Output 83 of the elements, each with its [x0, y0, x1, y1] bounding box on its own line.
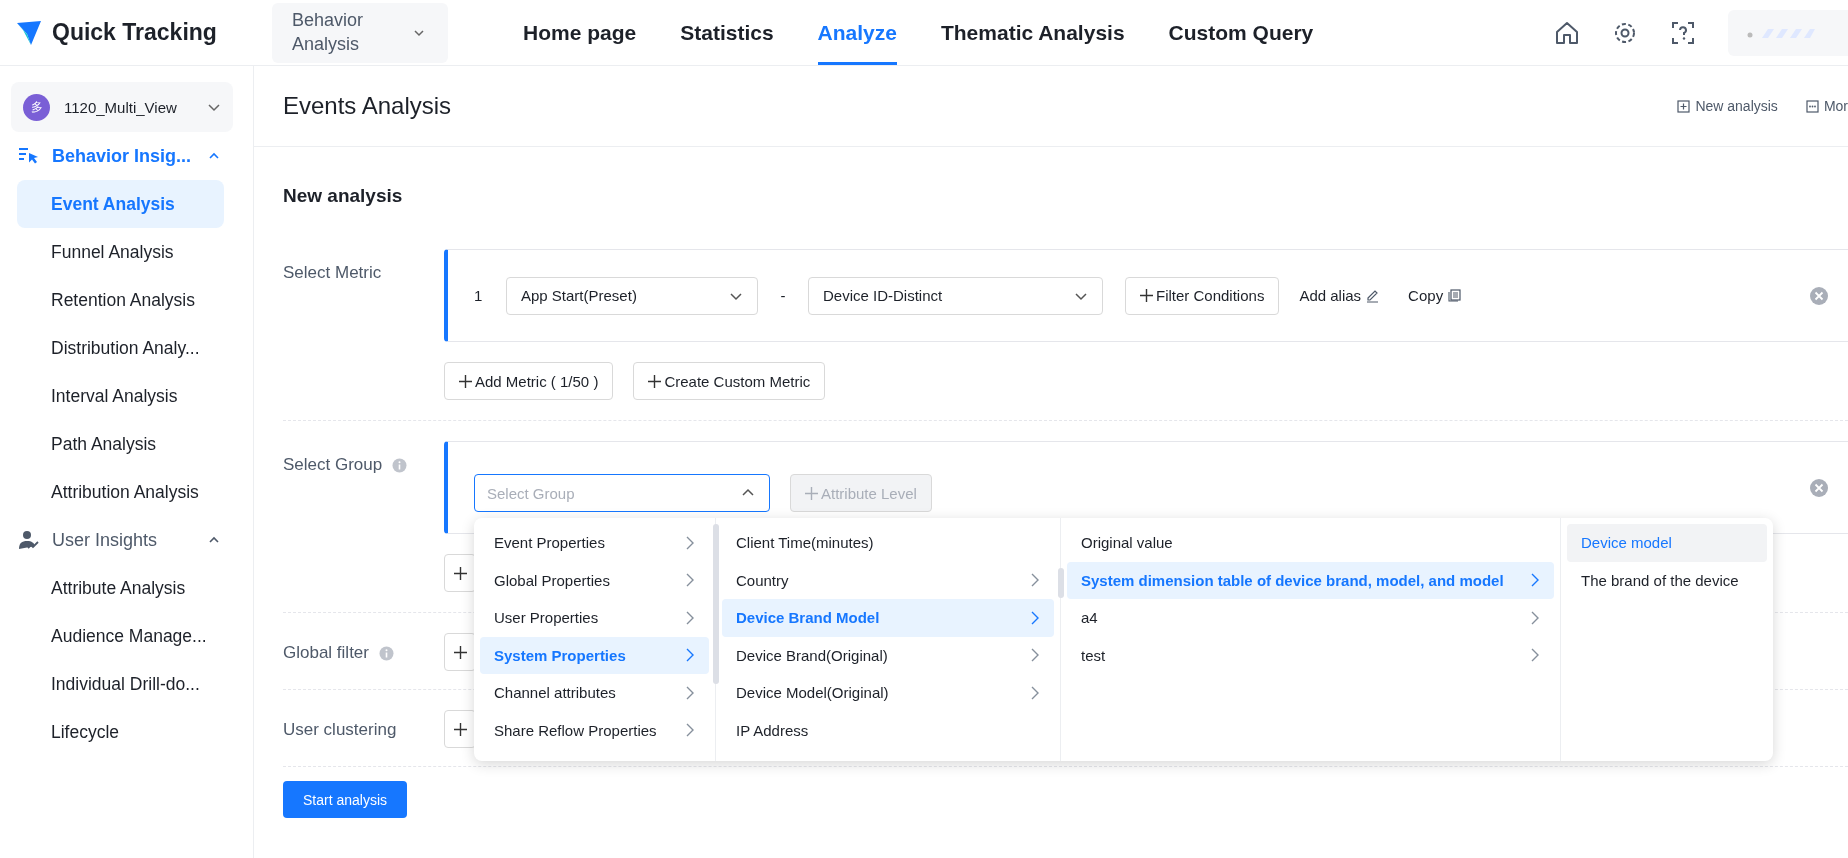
add-filter-button[interactable] — [444, 633, 476, 671]
header-action-link[interactable]: New analysis — [1677, 98, 1778, 114]
cascader-option[interactable]: Country — [722, 561, 1054, 599]
event-select[interactable]: App Start(Preset) — [506, 276, 758, 315]
menu-group[interactable]: User Insights — [11, 516, 221, 564]
copy-link[interactable]: Copy — [1408, 287, 1463, 304]
sidebar-item[interactable]: Funnel Analysis — [17, 228, 224, 276]
home-icon[interactable] — [1554, 19, 1580, 46]
info-icon — [379, 646, 394, 661]
sidebar-item[interactable]: Audience Manage... — [17, 612, 224, 660]
sidebar-item[interactable]: Lifecycle — [17, 708, 224, 756]
plus-icon — [805, 486, 818, 500]
nav-tab[interactable]: Analyze — [817, 0, 897, 65]
cascader-option[interactable]: Original value — [1067, 524, 1554, 562]
plus-icon — [459, 374, 472, 388]
field-label: User clustering — [283, 720, 397, 740]
group-search-input[interactable]: Select Group — [487, 484, 741, 502]
cascader-option[interactable]: Client Time(minutes) — [722, 524, 1054, 562]
cascader-option[interactable]: System dimension table of device brand, model, and model — [1067, 561, 1554, 599]
sidebar-item[interactable]: Interval Analysis — [17, 372, 224, 420]
nav-tab[interactable]: Home page — [523, 0, 637, 65]
cascader-option[interactable]: Global Properties — [480, 561, 709, 599]
plus-square-icon — [1677, 99, 1691, 113]
cascader-option[interactable]: Share Reflow Properties — [480, 711, 709, 749]
nav-tab[interactable]: Statistics — [680, 0, 774, 65]
cascader-option[interactable]: IP Address — [722, 711, 1054, 749]
pencil-icon — [1365, 288, 1381, 303]
plus-icon — [1140, 289, 1153, 302]
start-analysis-button[interactable]: Start analysis — [283, 781, 408, 818]
cascader-option[interactable]: The brand of the device — [1567, 561, 1767, 599]
info-icon — [392, 458, 408, 473]
scrollbar-thumb[interactable] — [1058, 568, 1064, 598]
measure-select[interactable]: Device ID-Distinct — [808, 276, 1103, 315]
cascader-option[interactable]: Device Model(Original) — [722, 674, 1054, 712]
cascader-option[interactable]: Device model — [1567, 524, 1767, 562]
workspace-select[interactable]: 多 1120_Multi_View — [11, 82, 233, 132]
menu-group[interactable]: Behavior Insig... — [11, 132, 221, 180]
plus-icon — [453, 645, 467, 659]
sidebar-item[interactable]: Distribution Analy... — [17, 324, 224, 372]
plus-icon — [453, 722, 467, 736]
list-cursor-icon — [18, 146, 40, 166]
add-metric-button[interactable]: Create Custom Metric — [633, 362, 826, 400]
nav-tab[interactable]: Custom Query — [1168, 0, 1314, 65]
nav-tab[interactable]: Thematic Analysis — [940, 0, 1125, 65]
plus-icon — [648, 374, 662, 388]
sidebar-item[interactable]: Event Analysis — [17, 180, 224, 228]
cascader-option[interactable]: test — [1067, 636, 1554, 674]
field-label: Select Group — [283, 455, 383, 475]
workspace-avatar: 多 — [23, 93, 50, 121]
cascader-option[interactable]: User Properties — [480, 599, 709, 637]
add-metric-button[interactable]: Add Metric ( 1/50 ) — [444, 362, 614, 400]
section-title: New analysis — [283, 185, 404, 207]
more-square-icon — [1805, 99, 1819, 113]
cascader-option[interactable]: a4 — [1067, 599, 1554, 637]
add-group-button[interactable] — [444, 554, 476, 592]
cascader-option[interactable]: Device Brand Model — [722, 599, 1054, 637]
user-chart-icon — [18, 530, 40, 550]
add-alias-link[interactable]: Add alias — [1299, 287, 1381, 304]
help-scan-icon[interactable] — [1670, 19, 1696, 46]
workspace-name: 1120_Multi_View — [64, 98, 178, 116]
plus-icon — [453, 566, 467, 580]
cascader-option[interactable]: Channel attributes — [480, 674, 709, 712]
add-clustering-button[interactable] — [444, 710, 476, 748]
sidebar-item[interactable]: Individual Drill-do... — [17, 660, 224, 708]
filter-conditions-button[interactable]: Filter Conditions — [1125, 276, 1280, 315]
cascader-option[interactable]: Device Brand(Original) — [722, 636, 1054, 674]
sidebar-item[interactable]: Retention Analysis — [17, 276, 224, 324]
page-title: Events Analysis — [283, 92, 453, 120]
sidebar-item[interactable]: Attribution Analysis — [17, 468, 224, 516]
sidebar-item[interactable]: Path Analysis — [17, 420, 224, 468]
separator-text: - — [779, 287, 787, 304]
metric-index: 1 — [474, 287, 484, 304]
sidebar-item[interactable]: Attribute Analysis — [17, 564, 224, 612]
field-label: Select Metric — [283, 263, 382, 283]
copy-icon — [1447, 288, 1463, 303]
field-label: Global filter — [283, 643, 369, 663]
product-select[interactable]: Behavior Analysis — [272, 2, 448, 63]
group-select[interactable]: Select Group — [474, 474, 770, 512]
scrollbar-thumb[interactable] — [713, 524, 719, 684]
cascader-option[interactable]: Event Properties — [480, 524, 709, 562]
header-action-link[interactable]: Mor — [1805, 98, 1848, 114]
cascader-option[interactable]: System Properties — [480, 636, 709, 674]
logo-text: Quick Tracking — [52, 19, 217, 46]
